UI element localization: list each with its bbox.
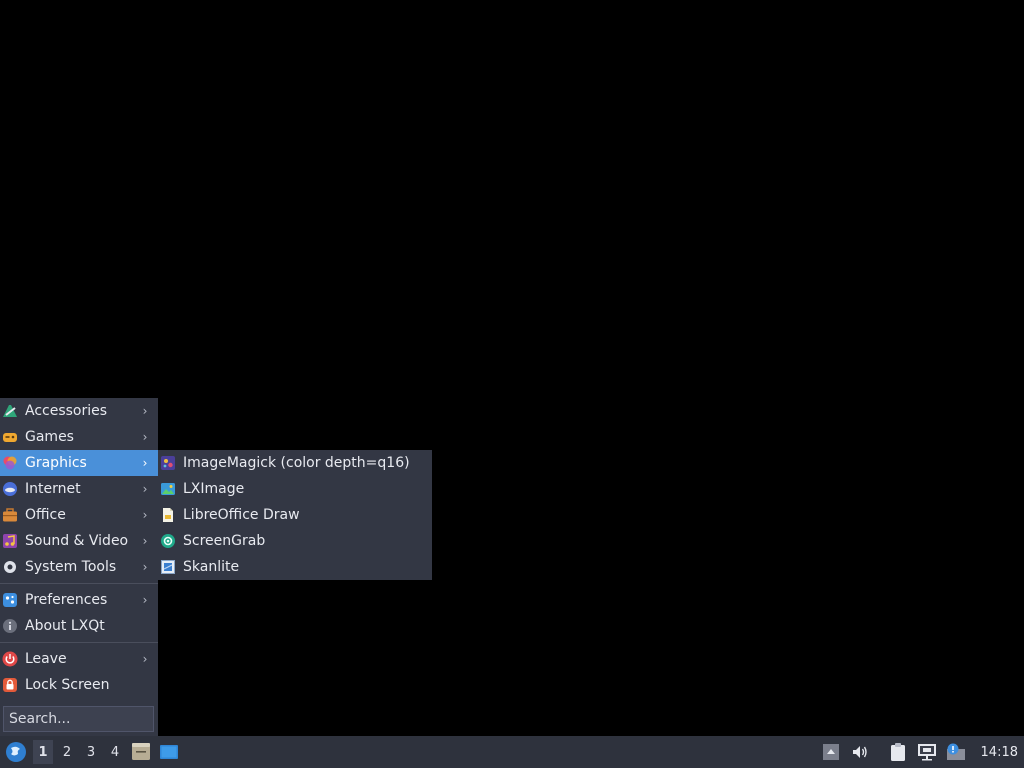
menu-item-label: System Tools <box>25 559 117 575</box>
preferences-icon <box>2 592 18 608</box>
menu-search-box[interactable] <box>3 706 154 732</box>
chevron-right-icon: › <box>142 482 148 496</box>
network-status[interactable] <box>916 741 938 763</box>
menu-item-label: Graphics <box>25 455 87 471</box>
chevron-right-icon: › <box>142 404 148 418</box>
menu-item-office[interactable]: Office › <box>0 502 158 528</box>
chevron-right-icon: › <box>142 534 148 548</box>
chevron-right-icon: › <box>142 430 148 444</box>
taskbar-panel: 1 2 3 4 14:18 <box>0 736 1024 768</box>
show-desktop-button[interactable] <box>157 740 181 764</box>
system-tools-icon <box>2 559 18 575</box>
menu-item-accessories[interactable]: Accessories › <box>0 398 158 424</box>
screengrab-icon <box>160 533 176 549</box>
speaker-icon <box>852 746 867 758</box>
lxqt-logo-icon <box>6 742 26 762</box>
workspace-2-button[interactable]: 2 <box>57 740 77 764</box>
notifications-button[interactable] <box>945 741 967 763</box>
submenu-item-label: LibreOffice Draw <box>183 507 300 523</box>
libreoffice-draw-icon <box>160 507 176 523</box>
power-icon <box>2 651 18 667</box>
chevron-right-icon: › <box>142 456 148 470</box>
menu-separator <box>0 642 158 643</box>
clipboard-manager[interactable] <box>887 741 909 763</box>
clock[interactable]: 14:18 <box>981 745 1018 760</box>
submenu-item-label: Skanlite <box>183 559 240 575</box>
update-notification-icon <box>946 743 965 760</box>
menu-item-label: Lock Screen <box>25 677 110 693</box>
workspace-3-button[interactable]: 3 <box>81 740 101 764</box>
system-tray: 14:18 <box>813 736 1024 768</box>
start-menu-button[interactable] <box>3 739 29 765</box>
file-manager-launcher[interactable] <box>129 740 153 764</box>
menu-item-label: About LXQt <box>25 618 105 634</box>
menu-item-about-lxqt[interactable]: About LXQt <box>0 613 158 639</box>
submenu-item-lximage[interactable]: LXImage <box>158 476 432 502</box>
workspace-4-button[interactable]: 4 <box>105 740 125 764</box>
application-menu: Accessories › Games › Graphics › Interne… <box>0 398 158 736</box>
submenu-item-label: ImageMagick (color depth=q16) <box>183 455 410 471</box>
graphics-submenu: ImageMagick (color depth=q16) LXImage Li… <box>158 450 432 580</box>
graphics-icon <box>2 455 18 471</box>
menu-item-internet[interactable]: Internet › <box>0 476 158 502</box>
submenu-item-imagemagick[interactable]: ImageMagick (color depth=q16) <box>158 450 432 476</box>
submenu-item-label: LXImage <box>183 481 245 497</box>
file-manager-icon <box>132 743 150 760</box>
menu-item-leave[interactable]: Leave › <box>0 646 158 672</box>
multimedia-icon <box>2 533 18 549</box>
network-wired-icon <box>917 744 936 761</box>
gamepad-icon <box>2 429 18 445</box>
imagemagick-icon <box>160 455 176 471</box>
menu-item-graphics[interactable]: Graphics › <box>0 450 158 476</box>
menu-item-label: Internet <box>25 481 81 497</box>
accessories-icon <box>2 403 18 419</box>
clipboard-icon <box>890 743 905 761</box>
menu-item-label: Leave <box>25 651 67 667</box>
tray-expand-button[interactable] <box>820 741 842 763</box>
menu-item-lock-screen[interactable]: Lock Screen <box>0 672 158 698</box>
menu-item-label: Preferences <box>25 592 108 608</box>
menu-item-preferences[interactable]: Preferences › <box>0 587 158 613</box>
submenu-item-screengrab[interactable]: ScreenGrab <box>158 528 432 554</box>
search-input[interactable] <box>4 710 153 728</box>
chevron-right-icon: › <box>142 593 148 607</box>
menu-item-label: Sound & Video <box>25 533 129 549</box>
submenu-item-skanlite[interactable]: Skanlite <box>158 554 432 580</box>
menu-item-label: Office <box>25 507 66 523</box>
globe-icon <box>2 481 18 497</box>
scanner-icon <box>160 559 176 575</box>
info-icon <box>2 618 18 634</box>
image-viewer-icon <box>160 481 176 497</box>
chevron-right-icon: › <box>142 560 148 574</box>
submenu-item-libreoffice-draw[interactable]: LibreOffice Draw <box>158 502 432 528</box>
submenu-item-label: ScreenGrab <box>183 533 266 549</box>
menu-item-label: Games <box>25 429 74 445</box>
volume-control[interactable] <box>849 741 871 763</box>
arrow-up-box-icon <box>822 744 839 760</box>
chevron-right-icon: › <box>142 652 148 666</box>
workspace-1-button[interactable]: 1 <box>33 740 53 764</box>
desktop-icon <box>160 745 178 759</box>
briefcase-icon <box>2 507 18 523</box>
chevron-right-icon: › <box>142 508 148 522</box>
menu-item-games[interactable]: Games › <box>0 424 158 450</box>
menu-item-label: Accessories <box>25 403 108 419</box>
menu-separator <box>0 583 158 584</box>
lock-icon <box>2 677 18 693</box>
menu-item-sound-video[interactable]: Sound & Video › <box>0 528 158 554</box>
menu-item-system-tools[interactable]: System Tools › <box>0 554 158 580</box>
